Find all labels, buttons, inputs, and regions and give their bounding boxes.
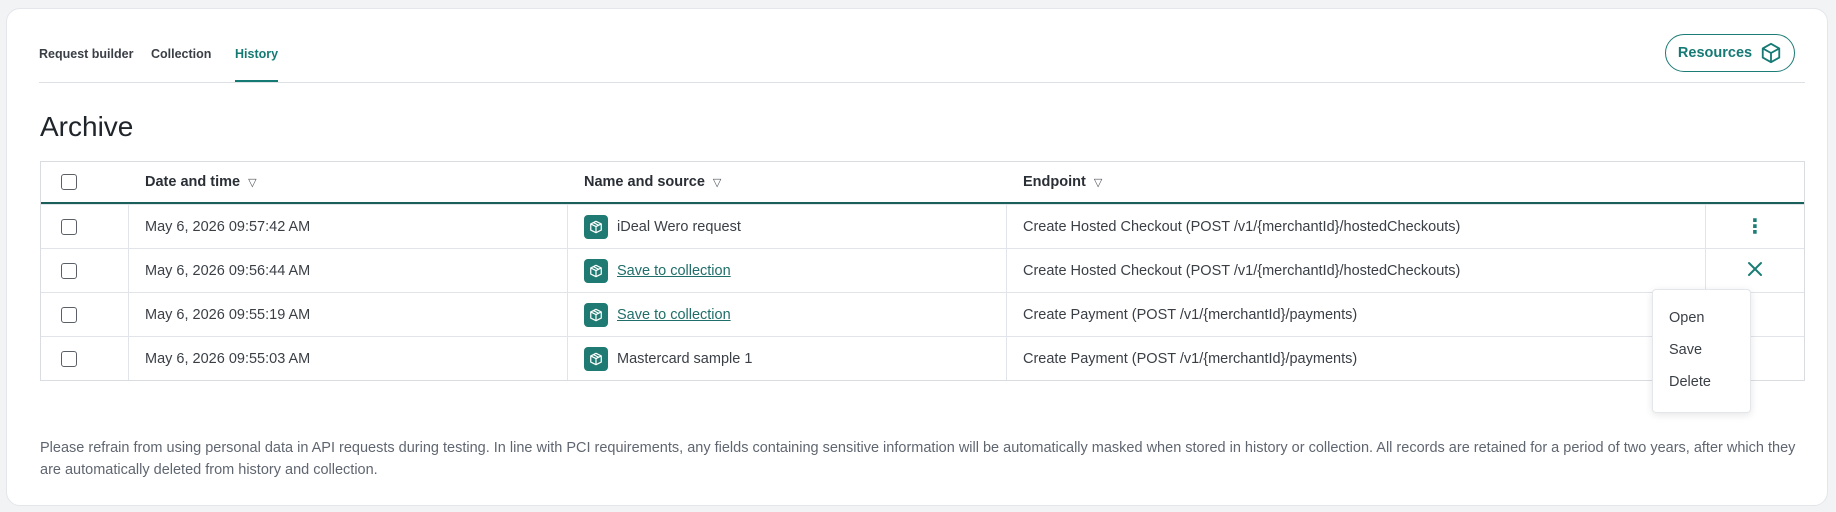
row-checkbox-cell: [41, 337, 129, 380]
row-date: May 6, 2026 09:56:44 AM: [129, 249, 568, 292]
row-name: Save to collection: [568, 249, 1007, 292]
history-table: Date and time ▽ Name and source ▽ Endpoi…: [40, 161, 1805, 381]
save-to-collection-link[interactable]: Save to collection: [617, 263, 731, 279]
row-actions: [1706, 249, 1804, 292]
header-checkbox-cell: [41, 162, 129, 202]
row-checkbox[interactable]: [61, 350, 77, 367]
menu-item-open[interactable]: Open: [1653, 310, 1750, 342]
header-name[interactable]: Name and source ▽: [568, 162, 1007, 202]
resources-label: Resources: [1677, 45, 1753, 61]
tab-collection[interactable]: Collection: [151, 47, 211, 61]
menu-item-delete[interactable]: Delete: [1653, 374, 1750, 406]
tab-bar: Request builder Collection History: [39, 9, 1805, 83]
row-actions: ⋮: [1706, 205, 1804, 248]
history-panel: Request builder Collection History Resou…: [6, 8, 1828, 506]
close-icon[interactable]: [1747, 261, 1763, 281]
row-name: Save to collection: [568, 293, 1007, 336]
row-name: iDeal Wero request: [568, 205, 1007, 248]
select-all-checkbox[interactable]: [61, 174, 77, 190]
menu-item-save[interactable]: Save: [1653, 342, 1750, 374]
package-icon: [584, 214, 608, 239]
row-date: May 6, 2026 09:55:03 AM: [129, 337, 568, 380]
row-endpoint: Create Hosted Checkout (POST /v1/{mercha…: [1007, 205, 1706, 248]
table-row: May 6, 2026 09:56:44 AM Save to collecti…: [41, 248, 1804, 292]
cube-icon: [1761, 42, 1781, 64]
sort-icon: ▽: [1093, 176, 1103, 189]
header-name-label: Name and source: [584, 174, 705, 190]
row-name: Mastercard sample 1: [568, 337, 1007, 380]
row-checkbox[interactable]: [61, 306, 77, 323]
row-date: May 6, 2026 09:57:42 AM: [129, 205, 568, 248]
row-endpoint: Create Payment (POST /v1/{merchantId}/pa…: [1007, 293, 1706, 336]
row-checkbox-cell: [41, 205, 129, 248]
header-endpoint-label: Endpoint: [1023, 174, 1086, 190]
header-date[interactable]: Date and time ▽: [129, 162, 568, 202]
header-date-label: Date and time: [145, 174, 241, 190]
header-endpoint[interactable]: Endpoint ▽: [1007, 162, 1804, 202]
row-checkbox[interactable]: [61, 262, 77, 279]
save-to-collection-link[interactable]: Save to collection: [617, 307, 731, 323]
table-header-row: Date and time ▽ Name and source ▽ Endpoi…: [41, 162, 1804, 204]
row-name-text: iDeal Wero request: [617, 218, 741, 235]
tab-request-builder[interactable]: Request builder: [39, 47, 133, 61]
row-endpoint: Create Payment (POST /v1/{merchantId}/pa…: [1007, 337, 1706, 380]
tab-history[interactable]: History: [235, 47, 279, 82]
more-vertical-icon[interactable]: ⋮: [1745, 217, 1765, 237]
sort-icon: ▽: [248, 176, 257, 189]
package-icon: [584, 258, 608, 283]
privacy-notice: Please refrain from using personal data …: [40, 440, 1796, 478]
package-icon: [584, 302, 608, 327]
resources-button[interactable]: Resources: [1665, 34, 1795, 72]
package-icon: [584, 346, 608, 371]
table-row: May 6, 2026 09:55:03 AM Mastercard sampl…: [41, 336, 1804, 380]
table-row: May 6, 2026 09:57:42 AM iDeal Wero reque…: [41, 204, 1804, 248]
table-row: May 6, 2026 09:55:19 AM Save to collecti…: [41, 292, 1804, 336]
row-name-text: Mastercard sample 1: [617, 350, 753, 367]
row-endpoint: Create Hosted Checkout (POST /v1/{mercha…: [1007, 249, 1706, 292]
row-context-menu: Open Save Delete: [1652, 289, 1751, 413]
row-checkbox-cell: [41, 249, 129, 292]
page-title: Archive: [40, 111, 134, 142]
row-date: May 6, 2026 09:55:19 AM: [129, 293, 568, 336]
row-checkbox[interactable]: [61, 218, 77, 235]
row-checkbox-cell: [41, 293, 129, 336]
sort-icon: ▽: [712, 176, 722, 189]
